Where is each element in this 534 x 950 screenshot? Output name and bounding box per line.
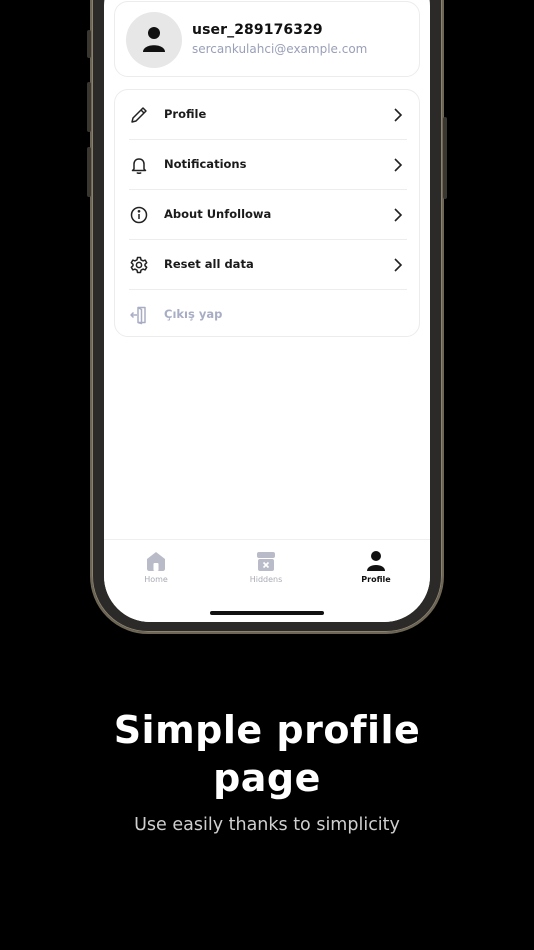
headline: Simple profile page	[0, 706, 534, 802]
menu-item-logout[interactable]: Çıkış yap	[115, 290, 421, 340]
menu-label-logout: Çıkış yap	[164, 307, 223, 321]
chevron-right-icon	[394, 208, 403, 222]
headline-line1: Simple profile	[113, 708, 421, 752]
volume-down-button	[87, 147, 91, 197]
home-icon	[147, 552, 165, 571]
bottom-nav: Home Hiddens Profile	[104, 539, 430, 622]
archive-icon	[257, 552, 275, 571]
volume-up-button	[87, 82, 91, 132]
user-email: sercankulahci@example.com	[192, 42, 368, 56]
tab-label-profile: Profile	[361, 575, 391, 584]
menu-label-notifications: Notifications	[164, 157, 247, 171]
subline: Use easily thanks to simplicity	[134, 815, 400, 835]
info-icon	[130, 206, 148, 224]
home-indicator	[210, 611, 324, 615]
phone-screen: user_289176329 sercankulahci@example.com…	[104, 0, 430, 622]
tab-label-hiddens: Hiddens	[249, 575, 283, 584]
tab-hiddens[interactable]: Hiddens	[226, 550, 306, 590]
chevron-right-icon	[394, 258, 403, 272]
chevron-right-icon	[394, 158, 403, 172]
username: user_289176329	[192, 22, 323, 38]
menu-item-notifications[interactable]: Notifications	[115, 140, 421, 190]
settings-menu: Profile Notifications About Unfollowa Re…	[114, 89, 420, 337]
tab-profile[interactable]: Profile	[336, 550, 416, 590]
menu-label-profile: Profile	[164, 107, 207, 121]
person-icon	[143, 27, 165, 52]
chevron-right-icon	[394, 108, 403, 122]
tab-label-home: Home	[144, 575, 168, 584]
menu-item-about[interactable]: About Unfollowa	[115, 190, 421, 240]
menu-label-reset: Reset all data	[164, 257, 254, 271]
power-button	[443, 117, 447, 199]
avatar	[126, 12, 182, 68]
headline-line2: page	[213, 756, 321, 800]
menu-item-profile[interactable]: Profile	[115, 90, 421, 140]
gear-icon	[130, 256, 148, 274]
user-card: user_289176329 sercankulahci@example.com	[114, 1, 420, 77]
bell-icon	[131, 158, 147, 174]
pencil-icon	[131, 107, 147, 123]
tab-home[interactable]: Home	[116, 550, 196, 590]
person-icon	[367, 551, 385, 571]
menu-label-about: About Unfollowa	[164, 207, 272, 221]
side-button	[87, 30, 91, 58]
menu-item-reset[interactable]: Reset all data	[115, 240, 421, 290]
logout-icon	[130, 306, 146, 325]
